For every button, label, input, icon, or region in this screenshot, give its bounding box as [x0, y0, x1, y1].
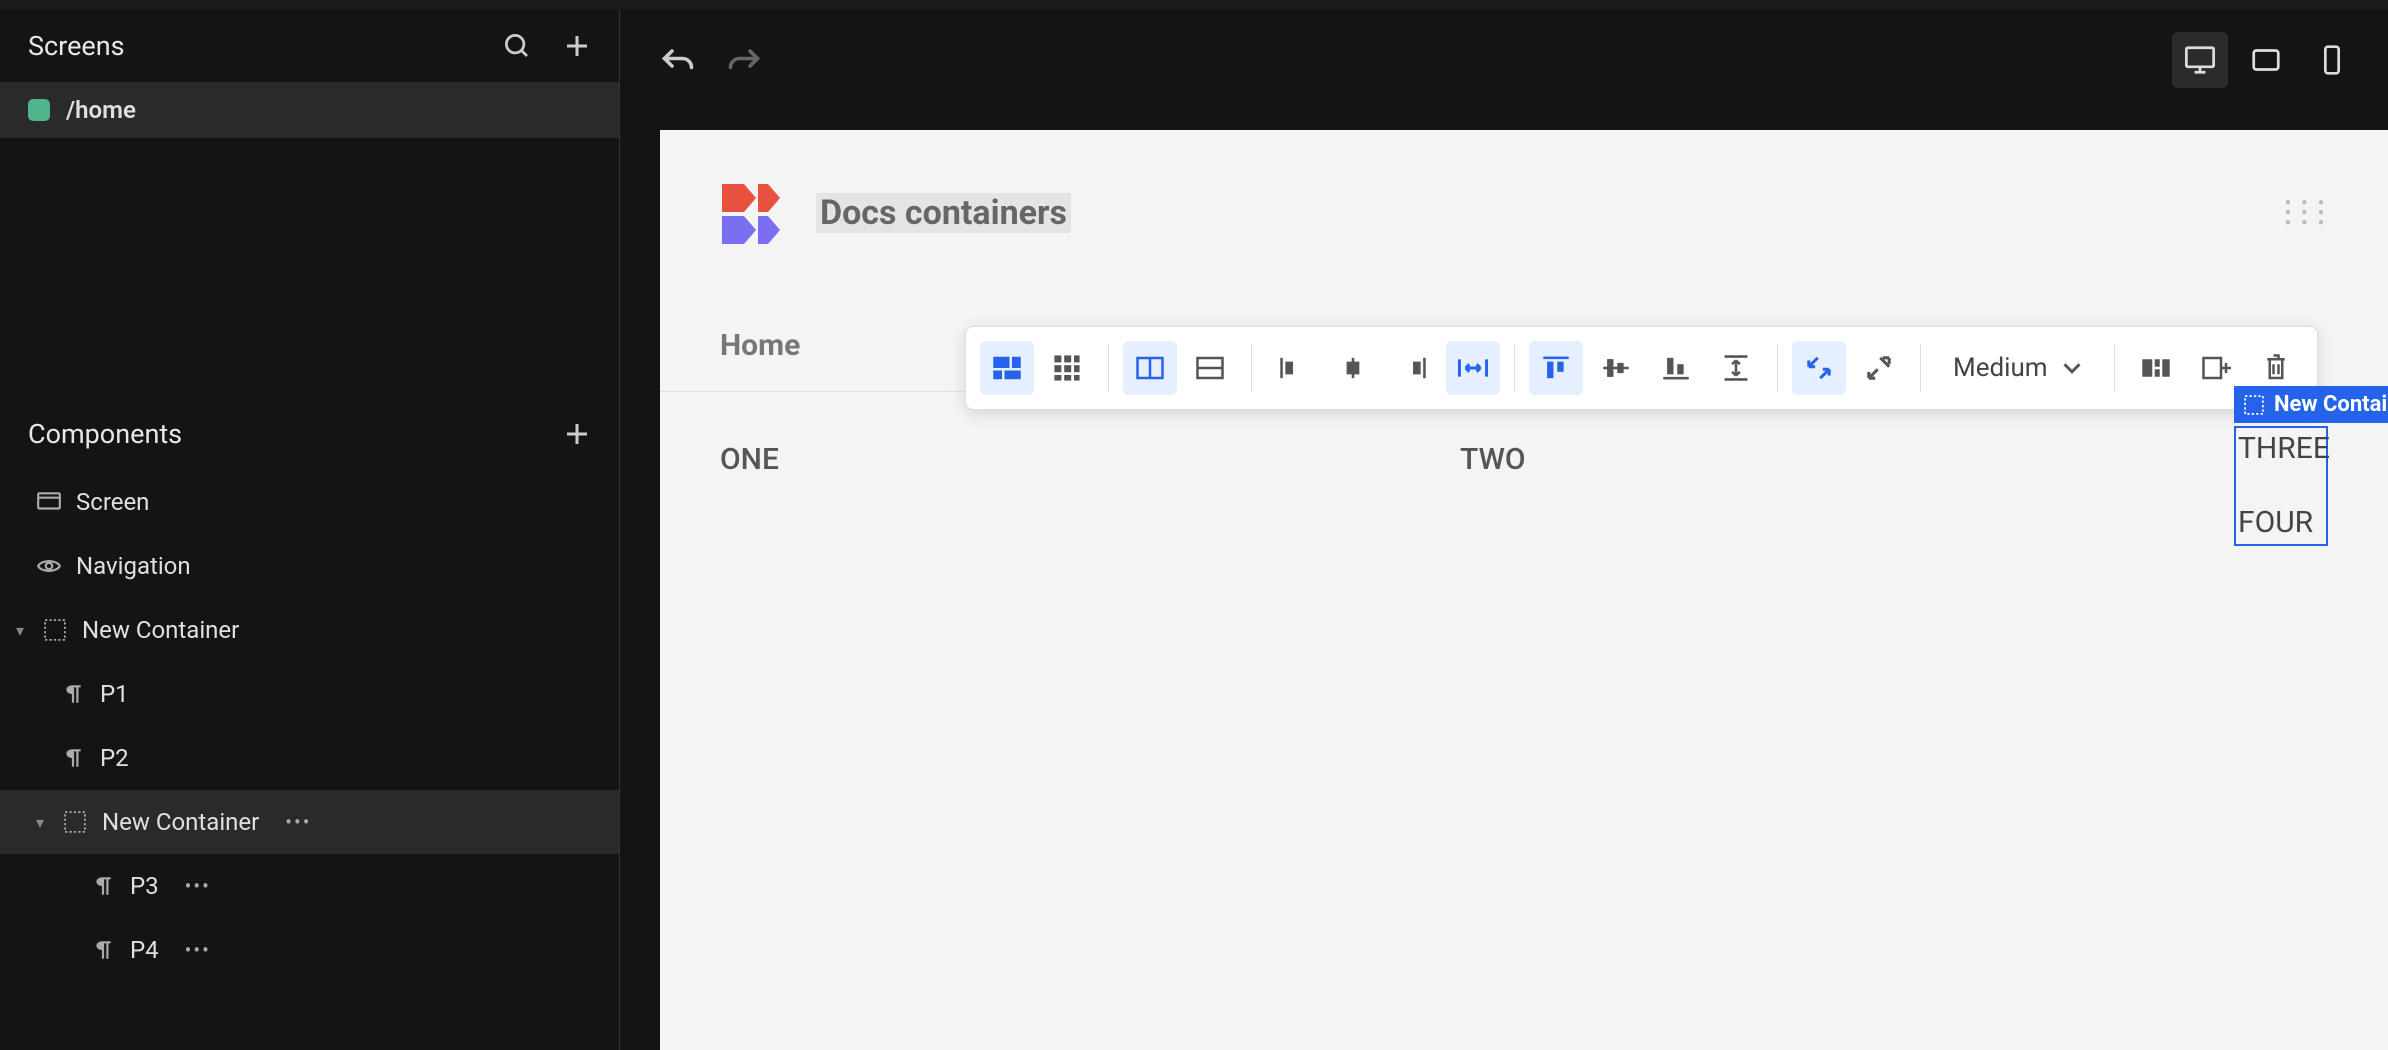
undo-icon[interactable]	[660, 42, 696, 78]
direction-row-icon[interactable]	[1123, 341, 1177, 395]
tree-label: P2	[100, 744, 129, 772]
container-icon	[62, 811, 88, 833]
more-icon[interactable]: •••	[185, 874, 211, 898]
screens-header: Screens	[0, 10, 619, 82]
more-icon[interactable]: •••	[285, 810, 311, 834]
tree-item-p3[interactable]: P3 •••	[0, 854, 619, 918]
paragraph-one[interactable]: ONE	[720, 442, 1460, 477]
layout-flex-icon[interactable]	[980, 341, 1034, 395]
sidebar: Screens /home Components	[0, 10, 620, 1050]
paragraph-three[interactable]: THREE	[2236, 428, 2326, 470]
container-icon	[2244, 395, 2264, 415]
chevron-down-icon	[2062, 361, 2082, 375]
content-row: ONE TWO New Contai THREE FOUR	[660, 392, 2388, 477]
justify-start-icon[interactable]	[1266, 341, 1320, 395]
paragraph-icon	[90, 875, 116, 897]
add-component-icon[interactable]	[559, 416, 595, 452]
tree-item-p4[interactable]: P4 •••	[0, 918, 619, 982]
tree-label: New Container	[102, 808, 259, 836]
tree-label: P3	[130, 872, 159, 900]
viewport-tablet-icon[interactable]	[2238, 32, 2294, 88]
justify-between-icon[interactable]	[1446, 341, 1500, 395]
gap-size-label: Medium	[1953, 353, 2048, 383]
selection-badge-label: New Contai	[2274, 392, 2387, 417]
layout-grid-icon[interactable]	[1040, 341, 1094, 395]
direction-column-icon[interactable]	[1183, 341, 1237, 395]
breadcrumb: Home	[720, 328, 800, 363]
align-stretch-icon[interactable]	[1709, 341, 1763, 395]
tree-item-p2[interactable]: P2	[0, 726, 619, 790]
tree-label: New Container	[82, 616, 239, 644]
more-icon[interactable]: •••	[185, 938, 211, 962]
gap-size-select[interactable]: Medium	[1935, 341, 2100, 395]
tree-item-navigation[interactable]: Navigation	[0, 534, 619, 598]
screen-icon	[36, 491, 62, 513]
app-header: Docs containers ● ● ●● ● ●● ● ●	[660, 130, 2388, 248]
paragraph-four[interactable]: FOUR	[2236, 502, 2326, 544]
container-icon	[42, 619, 68, 641]
tree-label: P4	[130, 936, 159, 964]
components-header: Components	[0, 398, 619, 470]
tree-label: Navigation	[76, 552, 191, 580]
insert-left-icon[interactable]	[2129, 341, 2183, 395]
search-icon[interactable]	[499, 28, 535, 64]
justify-center-icon[interactable]	[1326, 341, 1380, 395]
screen-item-home[interactable]: /home	[0, 82, 619, 138]
drag-handle-icon[interactable]: ● ● ●● ● ●● ● ●	[2285, 198, 2328, 228]
top-toolbar	[620, 10, 2388, 110]
redo-icon[interactable]	[726, 42, 762, 78]
chevron-down-icon[interactable]: ▾	[16, 621, 24, 640]
tree-item-p1[interactable]: P1	[0, 662, 619, 726]
paragraph-icon	[60, 683, 86, 705]
paragraph-icon	[60, 747, 86, 769]
size-grow-icon[interactable]	[1852, 341, 1906, 395]
tree-label: Screen	[76, 488, 149, 516]
chevron-down-icon[interactable]: ▾	[36, 813, 44, 832]
components-label: Components	[28, 418, 182, 450]
screen-status-icon	[28, 99, 50, 121]
tree-item-container-1[interactable]: ▾ New Container	[0, 598, 619, 662]
paragraph-icon	[90, 939, 116, 961]
paragraph-two[interactable]: TWO	[1460, 442, 2200, 477]
selection-badge: New Contai	[2234, 386, 2388, 423]
size-shrink-icon[interactable]	[1792, 341, 1846, 395]
editor-area: Docs containers ● ● ●● ● ●● ● ● Home	[620, 10, 2388, 1050]
screen-item-label: /home	[66, 96, 136, 124]
app-logo-icon	[720, 178, 790, 248]
viewport-desktop-icon[interactable]	[2172, 32, 2228, 88]
design-canvas[interactable]: Docs containers ● ● ●● ● ●● ● ● Home	[660, 130, 2388, 1050]
eye-icon	[36, 556, 62, 576]
align-bottom-icon[interactable]	[1649, 341, 1703, 395]
tree-item-screen[interactable]: Screen	[0, 470, 619, 534]
align-top-icon[interactable]	[1529, 341, 1583, 395]
selected-container[interactable]: New Contai THREE FOUR	[2234, 426, 2328, 546]
screens-label: Screens	[28, 30, 125, 62]
viewport-mobile-icon[interactable]	[2304, 32, 2360, 88]
tree-item-container-2[interactable]: ▾ New Container •••	[0, 790, 619, 854]
justify-end-icon[interactable]	[1386, 341, 1440, 395]
add-screen-icon[interactable]	[559, 28, 595, 64]
tree-label: P1	[100, 680, 129, 708]
align-middle-icon[interactable]	[1589, 341, 1643, 395]
app-title: Docs containers	[816, 193, 1071, 233]
